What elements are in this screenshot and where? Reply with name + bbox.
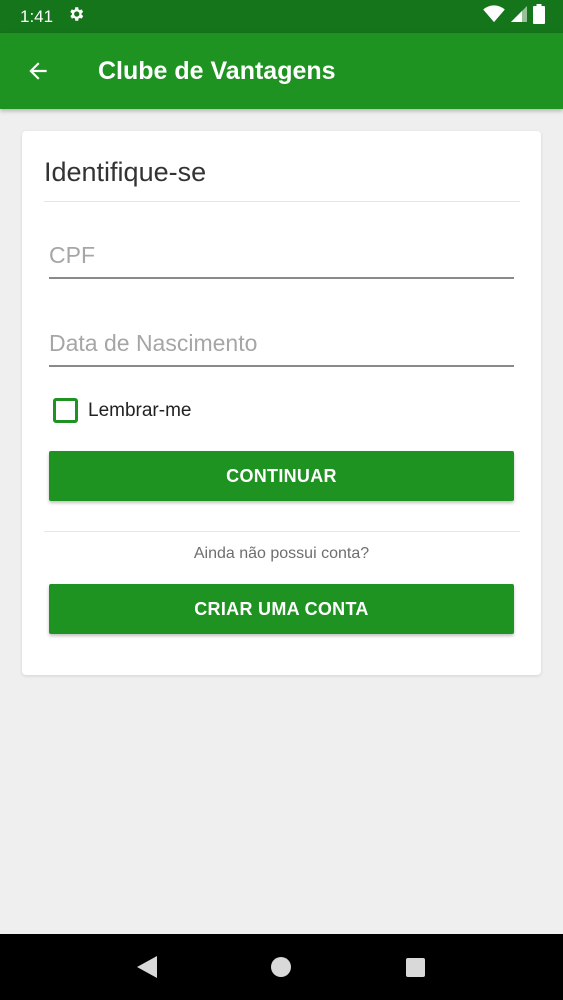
battery-icon <box>533 4 545 29</box>
cpf-input[interactable] <box>49 239 514 279</box>
settings-icon <box>67 5 85 28</box>
nav-recents-button[interactable] <box>394 945 438 989</box>
home-circle-icon <box>271 957 292 977</box>
status-bar: 1:41 <box>0 0 563 33</box>
remember-me-checkbox[interactable]: Lembrar-me <box>53 398 191 423</box>
divider <box>44 531 520 532</box>
wifi-icon <box>483 5 505 28</box>
back-triangle-icon <box>137 956 158 978</box>
back-button[interactable] <box>8 41 68 101</box>
continue-button[interactable]: CONTINUAR <box>49 451 514 501</box>
arrow-back-icon <box>29 62 47 80</box>
app-bar: Clube de Vantagens <box>0 33 563 109</box>
no-account-text: Ainda não possui conta? <box>193 545 370 562</box>
system-nav-bar <box>0 934 563 1000</box>
status-time: 1:41 <box>20 6 54 26</box>
signal-icon <box>511 6 527 27</box>
birthdate-input[interactable] <box>49 327 514 367</box>
create-account-button[interactable]: CRIAR UMA CONTA <box>49 584 514 634</box>
app-title: Clube de Vantagens <box>98 56 336 85</box>
nav-back-button[interactable] <box>125 945 169 989</box>
checkbox-box[interactable] <box>53 398 78 423</box>
login-card: Identifique-se Lembrar-me CONTINUAR Aind… <box>22 131 541 675</box>
remember-me-label: Lembrar-me <box>88 399 192 421</box>
nav-home-button[interactable] <box>259 945 303 989</box>
recents-square-icon <box>406 957 426 977</box>
card-title: Identifique-se <box>44 157 207 187</box>
divider <box>44 201 520 202</box>
